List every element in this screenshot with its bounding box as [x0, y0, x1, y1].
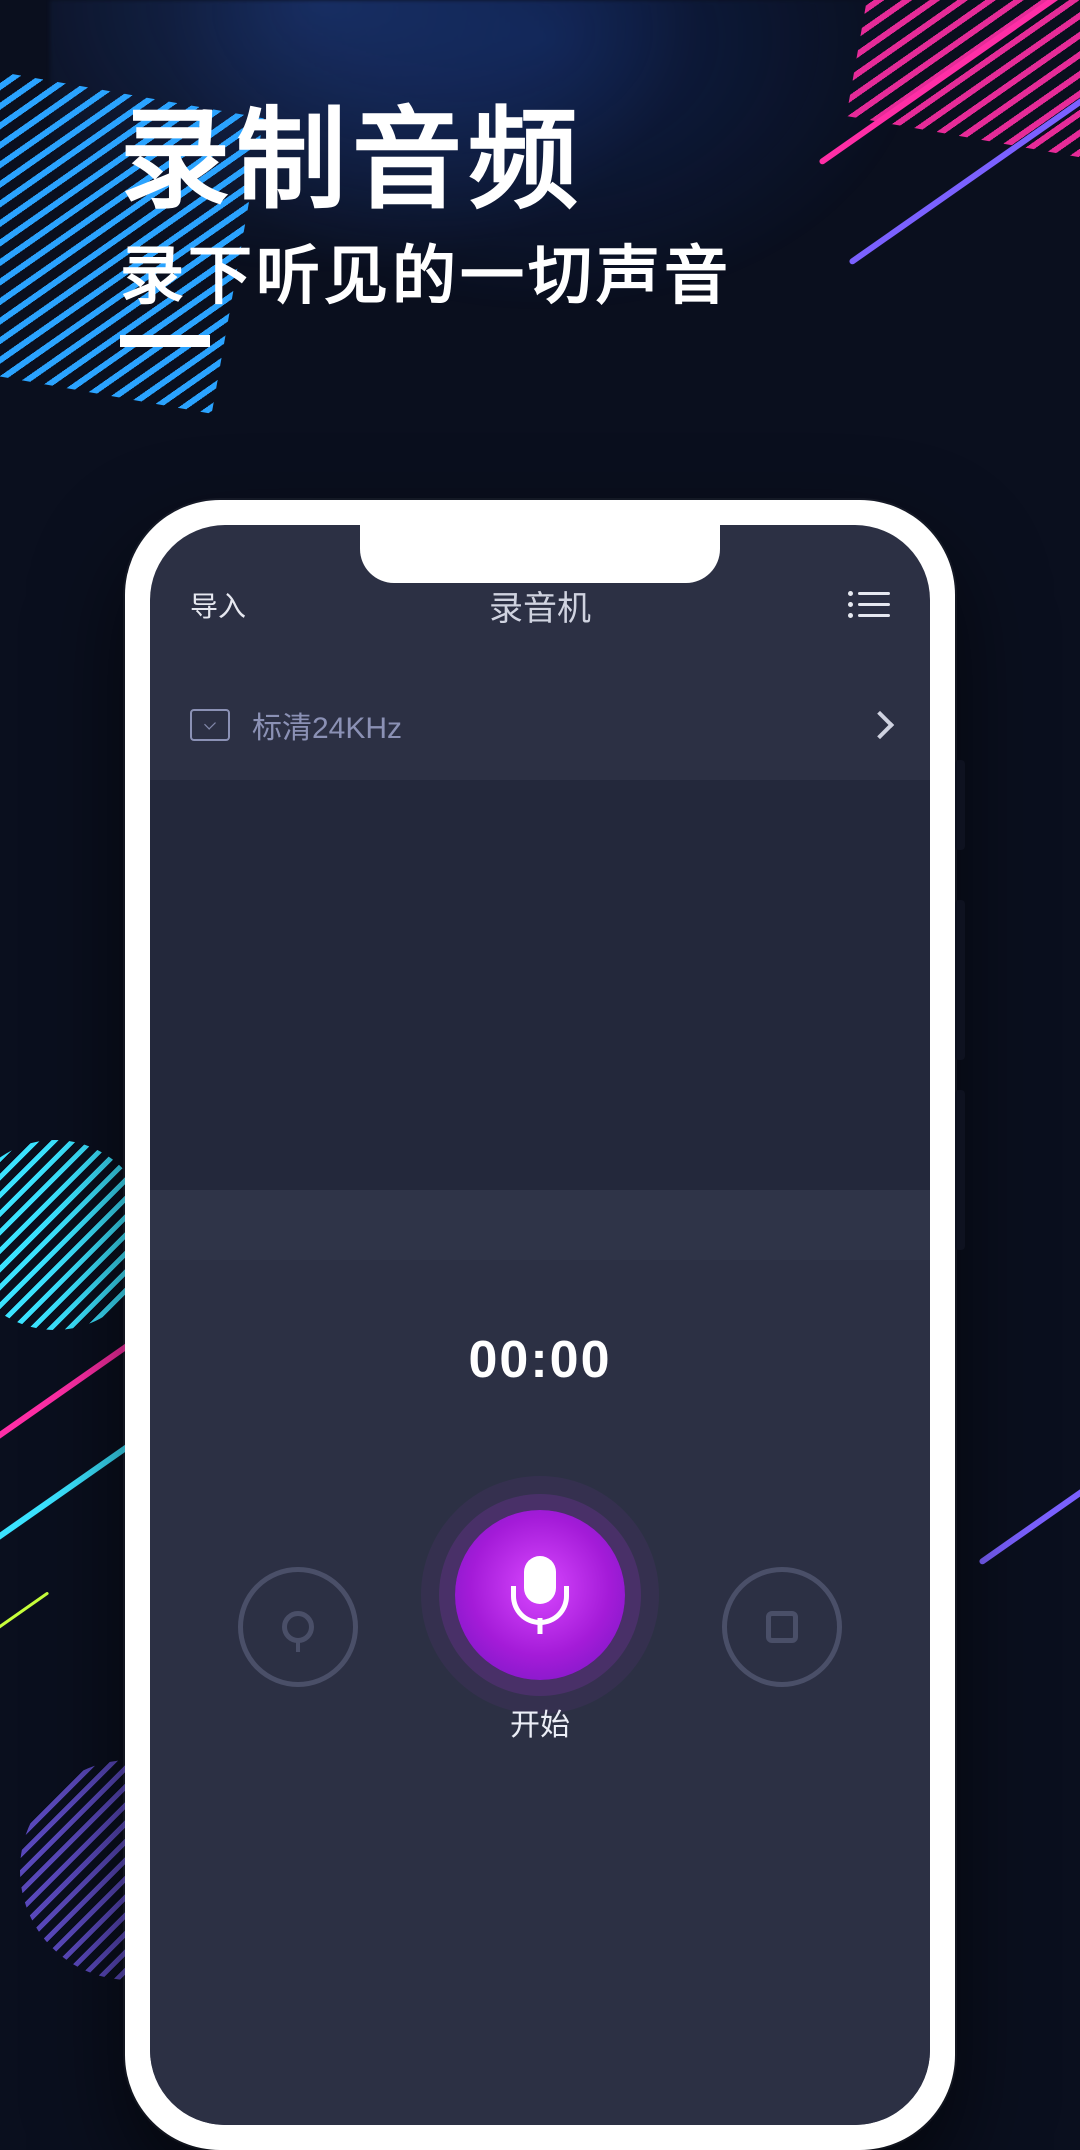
chevron-right-icon	[866, 711, 894, 739]
phone-mockup: 导入 录音机 标清24KHz 00:00	[125, 500, 955, 2150]
record-button[interactable]	[455, 1510, 625, 1680]
marker-icon	[282, 1611, 314, 1643]
promo-subtitle: 录下听见的一切声音	[120, 225, 732, 317]
timeline-strip	[150, 1190, 930, 1260]
promo-title: 录制音频	[120, 70, 584, 230]
phone-notch	[360, 525, 720, 583]
record-button-label: 开始	[510, 1700, 570, 1744]
waveform-area	[150, 780, 930, 1190]
import-button[interactable]: 导入	[190, 585, 246, 625]
controls-area: 00:00 开始	[150, 1260, 930, 2125]
app-title: 录音机	[150, 581, 930, 630]
marker-button[interactable]	[238, 1567, 358, 1687]
quality-selector[interactable]: 标清24KHz	[150, 680, 930, 770]
stop-icon	[766, 1611, 798, 1643]
microphone-icon	[516, 1556, 564, 1634]
menu-list-icon[interactable]	[850, 590, 890, 620]
app-screen: 导入 录音机 标清24KHz 00:00	[150, 525, 930, 2125]
recording-timer: 00:00	[469, 1330, 612, 1390]
quality-label: 标清24KHz	[252, 703, 402, 747]
promo-underline	[120, 335, 210, 347]
stop-button[interactable]	[722, 1567, 842, 1687]
quality-icon	[190, 709, 230, 741]
